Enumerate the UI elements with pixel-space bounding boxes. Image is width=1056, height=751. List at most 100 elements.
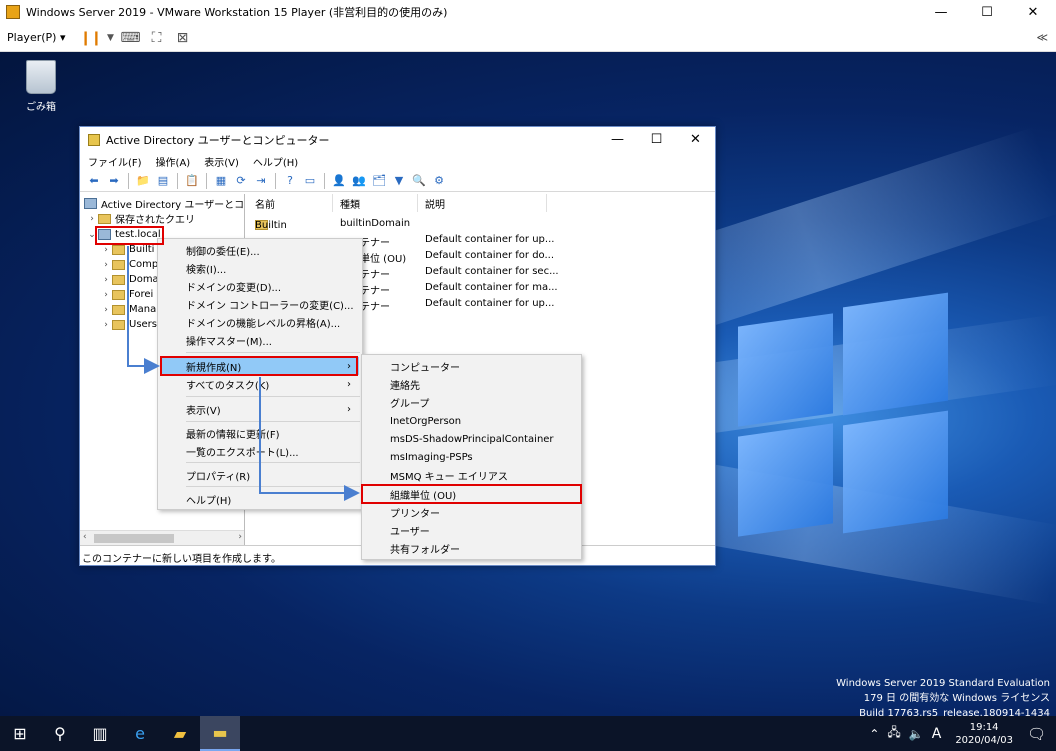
internet-explorer-icon[interactable]: e: [120, 716, 160, 751]
folder-icon: [112, 259, 125, 270]
refresh-icon[interactable]: ⟳: [233, 173, 249, 189]
submenu-item-shared-folder[interactable]: 共有フォルダー: [390, 539, 460, 557]
copy-icon[interactable]: 📋: [184, 173, 200, 189]
find-icon[interactable]: 🔍: [411, 173, 427, 189]
menu-item-properties[interactable]: プロパティ(R): [186, 466, 250, 484]
scroll-right-icon[interactable]: ›: [238, 532, 242, 542]
forward-icon[interactable]: ➡: [106, 173, 122, 189]
submenu-item-shadow-principal[interactable]: msDS-ShadowPrincipalContainer: [390, 430, 554, 448]
close-button[interactable]: ✕: [1010, 0, 1056, 24]
tree-root[interactable]: Active Directory ユーザーとコンピュー: [84, 196, 244, 211]
notification-icon[interactable]: 🗨: [1027, 725, 1046, 743]
pause-icon[interactable]: ❙❙: [79, 27, 102, 49]
tree-node[interactable]: › Mana: [100, 302, 156, 317]
fit-guest-icon[interactable]: ⛶: [145, 27, 167, 49]
menu-file[interactable]: ファイル(F): [80, 154, 149, 169]
file-explorer-icon[interactable]: ▰: [160, 716, 200, 751]
start-button-icon[interactable]: ⊞: [0, 716, 40, 751]
clock[interactable]: 19:14 2020/04/03: [955, 721, 1013, 747]
export-icon[interactable]: ⇥: [253, 173, 269, 189]
ad-toolbar: ⬅ ➡ 📁 ▤ 📋 ▦ ⟳ ⇥ ? ▭ 👤 👥 🗂 ▼ 🔍 ⚙: [80, 170, 715, 192]
menu-item-delegate[interactable]: 制御の委任(E)...: [186, 241, 260, 259]
ad-close-button[interactable]: ✕: [676, 127, 715, 152]
back-icon[interactable]: ⬅: [86, 173, 102, 189]
filter-icon[interactable]: ▼: [391, 173, 407, 189]
menu-item-change-domain[interactable]: ドメインの変更(D)...: [186, 277, 281, 295]
player-menu[interactable]: Player(P) ▾: [7, 31, 65, 44]
chevron-right-icon[interactable]: ›: [100, 305, 112, 315]
submenu-item-computer[interactable]: コンピューター: [390, 357, 460, 375]
folder-icon: [112, 244, 125, 255]
menu-item-help[interactable]: ヘルプ(H): [186, 490, 231, 508]
tree-saved-queries[interactable]: › 保存されたクエリ: [86, 211, 195, 226]
menu-item-change-dc[interactable]: ドメイン コントローラーの変更(C)...: [186, 295, 354, 313]
up-folder-icon[interactable]: 📁: [135, 173, 151, 189]
submenu-item-inetorgperson[interactable]: InetOrgPerson: [390, 412, 461, 430]
menu-item-operations-masters[interactable]: 操作マスター(M)...: [186, 331, 272, 349]
show-tree-icon[interactable]: ▤: [155, 173, 171, 189]
new-group-icon[interactable]: 👥: [351, 173, 367, 189]
chevron-up-icon[interactable]: ⌃: [869, 727, 879, 741]
submenu-item-ou[interactable]: 組織単位 (OU): [390, 485, 456, 503]
scroll-thumb[interactable]: [94, 534, 174, 543]
menu-item-find[interactable]: 検索(I)...: [186, 259, 226, 277]
chevron-right-icon[interactable]: ›: [100, 290, 112, 300]
tree-node[interactable]: › Doma: [100, 272, 159, 287]
send-ctrl-alt-del-icon[interactable]: ⌨: [119, 27, 141, 49]
tree-node[interactable]: › Builti: [100, 242, 154, 257]
new-ou-icon[interactable]: 🗂: [371, 173, 387, 189]
ad-maximize-button[interactable]: ☐: [637, 127, 676, 152]
menu-item-refresh[interactable]: 最新の情報に更新(F): [186, 424, 280, 442]
details-icon[interactable]: ▭: [302, 173, 318, 189]
menu-item-raise-level[interactable]: ドメインの機能レベルの昇格(A)...: [186, 313, 340, 331]
network-icon[interactable]: 🖧: [887, 723, 900, 744]
volume-icon[interactable]: 🔈: [909, 727, 924, 741]
chevron-right-icon[interactable]: ›: [86, 214, 98, 224]
menu-help[interactable]: ヘルプ(H): [246, 154, 305, 169]
search-icon[interactable]: ⚲: [40, 716, 80, 751]
chevron-right-icon[interactable]: ›: [100, 245, 112, 255]
submenu-item-msimaging[interactable]: msImaging-PSPs: [390, 448, 473, 466]
unity-icon[interactable]: ⊠: [171, 27, 193, 49]
dropdown-arrow-icon[interactable]: ▼: [105, 27, 115, 49]
submenu-item-contact[interactable]: 連絡先: [390, 375, 420, 393]
task-view-icon[interactable]: ▥: [80, 716, 120, 751]
submenu-item-printer[interactable]: プリンター: [390, 503, 440, 521]
ad-titlebar: Active Directory ユーザーとコンピューター — ☐ ✕: [80, 127, 715, 152]
chevron-right-icon[interactable]: ›: [100, 320, 112, 330]
tree-node[interactable]: › Comp: [100, 257, 158, 272]
chevron-right-icon[interactable]: ›: [100, 260, 112, 270]
tree-domain[interactable]: ⌄ test.local: [86, 227, 161, 242]
menu-item-new[interactable]: 新規作成(N) ›: [161, 357, 359, 375]
column-header-name[interactable]: 名前: [249, 194, 333, 212]
column-header-type[interactable]: 種類: [334, 194, 418, 212]
chevron-down-icon[interactable]: ⌄: [86, 230, 98, 240]
chevron-right-icon[interactable]: ›: [100, 275, 112, 285]
column-header-desc[interactable]: 説明: [419, 194, 547, 212]
recycle-bin[interactable]: ごみ箱: [18, 60, 64, 113]
menu-item-view[interactable]: 表示(V) ›: [161, 400, 359, 418]
tree-node[interactable]: › Users: [100, 317, 157, 332]
scroll-left-icon[interactable]: ‹: [83, 532, 87, 542]
maximize-button[interactable]: ☐: [964, 0, 1010, 24]
ime-indicator[interactable]: A: [932, 726, 942, 742]
ad-minimize-button[interactable]: —: [598, 127, 637, 152]
new-user-icon[interactable]: 👤: [331, 173, 347, 189]
menu-item-all-tasks[interactable]: すべてのタスク(K) ›: [161, 375, 359, 393]
help-icon[interactable]: ?: [282, 173, 298, 189]
tree-node[interactable]: › Forei: [100, 287, 153, 302]
minimize-button[interactable]: —: [918, 0, 964, 24]
submenu-item-user[interactable]: ユーザー: [390, 521, 430, 539]
submenu-item-msmq-alias[interactable]: MSMQ キュー エイリアス: [390, 466, 508, 484]
domain-icon: [98, 229, 111, 240]
table-row[interactable]: Builtin builtinDomain: [249, 216, 715, 232]
menu-view[interactable]: 表示(V): [197, 154, 246, 169]
collapse-toolbar-icon[interactable]: ≪: [1036, 31, 1048, 44]
add-to-group-icon[interactable]: ⚙: [431, 173, 447, 189]
properties-icon[interactable]: ▦: [213, 173, 229, 189]
tree-horizontal-scrollbar[interactable]: ‹ ›: [80, 530, 244, 545]
ad-taskbar-icon[interactable]: ▬: [200, 716, 240, 751]
menu-item-export-list[interactable]: 一覧のエクスポート(L)...: [186, 442, 299, 460]
submenu-item-group[interactable]: グループ: [390, 393, 429, 411]
menu-action[interactable]: 操作(A): [149, 154, 198, 169]
